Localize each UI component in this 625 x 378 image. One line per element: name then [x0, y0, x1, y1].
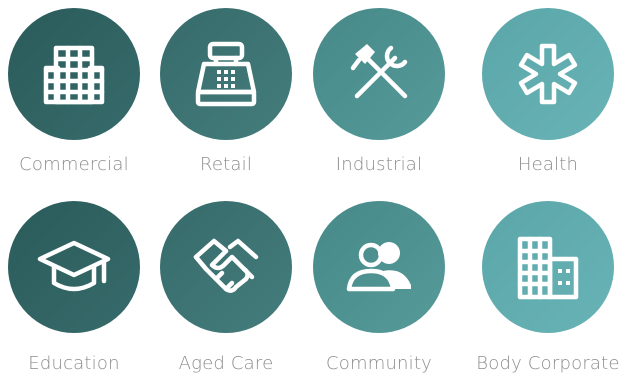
- sector-label: Body Corporate: [476, 353, 620, 374]
- apartment-building-icon: [517, 236, 579, 300]
- sector-tile-community[interactable]: Community: [304, 201, 454, 374]
- sector-label: Health: [517, 154, 579, 175]
- sector-circle[interactable]: [313, 201, 445, 333]
- cash-register-icon: [195, 41, 257, 107]
- sector-circle[interactable]: [8, 8, 140, 140]
- sector-circle[interactable]: [482, 201, 614, 333]
- sector-tile-body-corporate[interactable]: Body Corporate: [473, 201, 623, 374]
- sector-label: Aged Care: [178, 353, 274, 374]
- sector-tile-aged-care[interactable]: Aged Care: [151, 201, 301, 374]
- star-of-life-icon: [518, 43, 578, 105]
- sector-label: Community: [326, 353, 432, 374]
- sector-label: Retail: [199, 154, 253, 175]
- sector-circle[interactable]: [160, 8, 292, 140]
- office-building-icon: [43, 45, 105, 105]
- sector-circle[interactable]: [482, 8, 614, 140]
- handshake-icon: [193, 238, 259, 293]
- sector-tile-retail[interactable]: Retail: [151, 8, 301, 175]
- sector-circle[interactable]: [8, 201, 140, 333]
- hammer-wrench-icon: [350, 44, 408, 99]
- sector-label: Commercial: [19, 154, 129, 175]
- sector-tile-commercial[interactable]: Commercial: [0, 8, 149, 175]
- sector-label: Education: [28, 353, 120, 374]
- sector-circle[interactable]: [160, 201, 292, 333]
- sector-circle[interactable]: [313, 8, 445, 140]
- sector-tile-health[interactable]: Health: [473, 8, 623, 175]
- graduation-cap-icon: [37, 240, 111, 292]
- sector-tile-education[interactable]: Education: [0, 201, 149, 374]
- sector-tile-industrial[interactable]: Industrial: [304, 8, 454, 175]
- people-icon: [346, 242, 411, 292]
- sector-label: Industrial: [335, 154, 423, 175]
